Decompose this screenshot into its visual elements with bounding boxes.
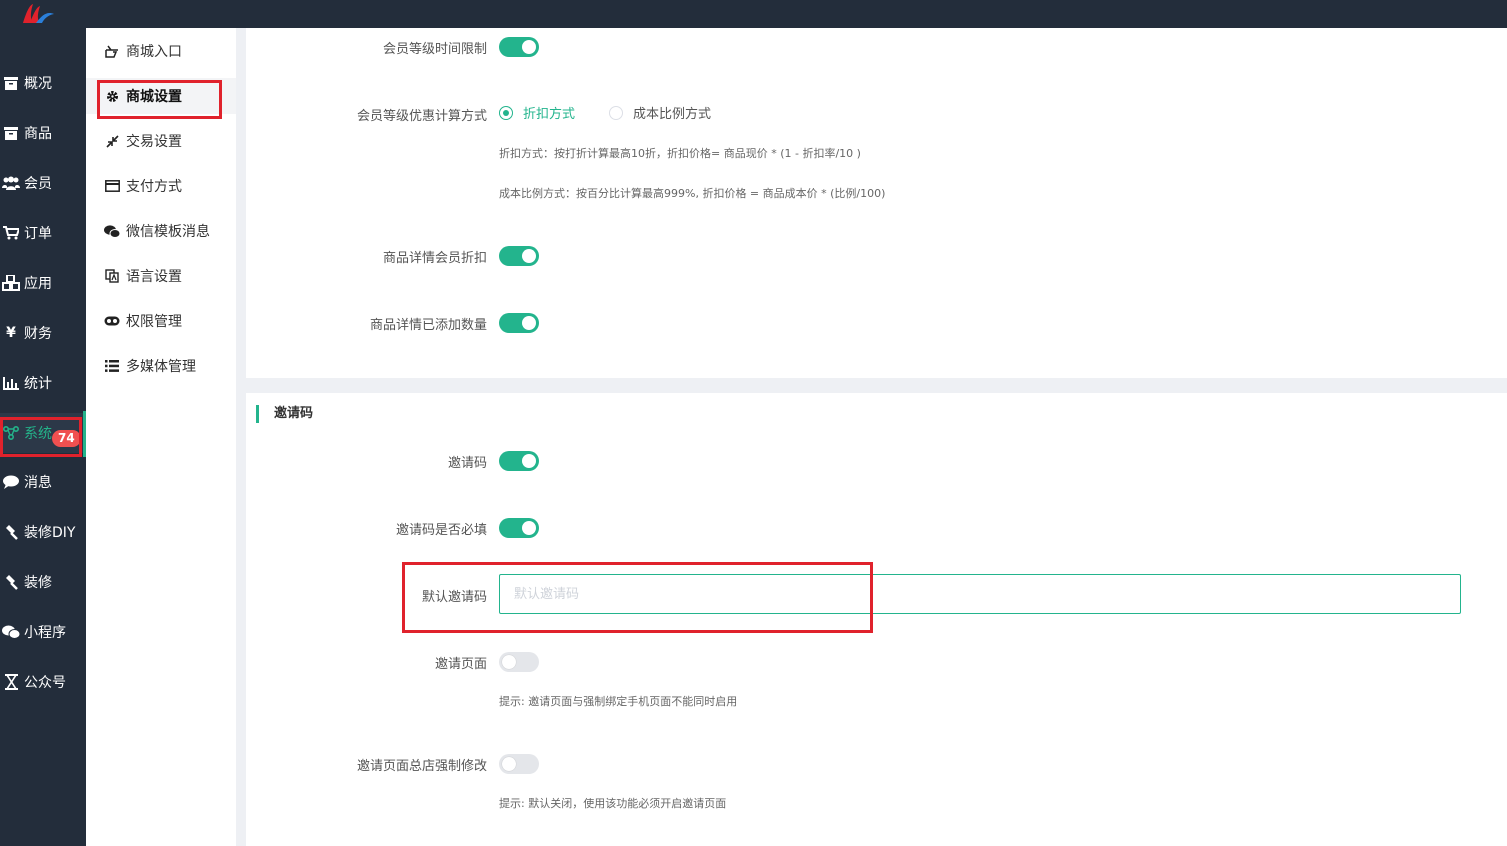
language-icon: [104, 269, 120, 283]
hammer-icon: [1, 574, 21, 590]
sidebar-item-label: 系统: [24, 426, 52, 442]
invite-required-label: 邀请码是否必填: [395, 523, 487, 538]
invite-page-hint: 提示: 邀请页面与强制绑定手机页面不能同时启用: [499, 695, 738, 708]
message-count-badge: 74: [52, 430, 81, 447]
member-discount-calc-label: 会员等级优惠计算方式: [356, 109, 487, 124]
discount-mode-hint: 折扣方式：按打折计算最高10折，折扣价格= 商品现价 * (1 - 折扣率/10…: [499, 147, 861, 160]
archive-icon: [1, 76, 21, 90]
radio-discount-label: 折扣方式: [523, 107, 576, 122]
subnav-item-mall-entry[interactable]: 商城入口: [86, 33, 236, 69]
gear-icon: [104, 90, 120, 103]
sidebar-item-label: 商品: [24, 126, 52, 142]
subnav-item-media[interactable]: 多媒体管理: [86, 348, 236, 384]
yen-icon: ¥: [6, 325, 16, 341]
sidebar-item-label: 装修DIY: [24, 525, 76, 541]
invite-force-modify-switch[interactable]: [499, 754, 539, 774]
subnav-item-label: 微信模板消息: [126, 224, 210, 240]
detail-member-discount-switch[interactable]: [499, 246, 539, 266]
wechat-icon: [1, 625, 21, 639]
wechat-icon: [104, 224, 120, 238]
network-icon: [1, 426, 21, 440]
subnav-item-trade-settings[interactable]: 交易设置: [86, 123, 236, 159]
radio-cost-ratio-mode[interactable]: 成本比例方式: [609, 103, 711, 122]
default-invite-code-input[interactable]: [499, 574, 1461, 614]
sidebar-item-label: 订单: [24, 226, 52, 242]
sidebar-item-label: 公众号: [24, 675, 66, 691]
subnav-item-language[interactable]: 语言设置: [86, 258, 236, 294]
list-icon: [104, 360, 120, 372]
radio-discount-mode[interactable]: 折扣方式: [499, 103, 575, 122]
sidebar-item-label: 消息: [24, 475, 52, 491]
subnav-item-wechat-template[interactable]: 微信模板消息: [86, 213, 236, 249]
chat-bubble-icon: [1, 475, 21, 489]
sidebar-item-members[interactable]: 会员: [0, 163, 86, 203]
detail-added-count-label: 商品详情已添加数量: [369, 318, 487, 333]
cart-icon: [1, 226, 21, 240]
archive-icon: [1, 126, 21, 140]
subnav-item-label: 多媒体管理: [126, 359, 196, 375]
invite-code-card: 邀请码 邀请码 邀请码是否必填 默认邀请码 邀请页面 提示: 邀请页面与强制绑定…: [246, 393, 1507, 846]
sidebar-item-goods[interactable]: 商品: [0, 113, 86, 153]
invite-section-title: 邀请码: [256, 405, 313, 423]
subnav-item-label: 商城设置: [126, 89, 182, 105]
brand-logo-icon[interactable]: [20, 2, 56, 26]
cost-mode-hint: 成本比例方式：按百分比计算最高999%, 折扣价格 = 商品成本价 * (比例/…: [499, 187, 886, 200]
hand-pointer-icon: [104, 45, 120, 58]
sidebar-item-label: 应用: [24, 276, 52, 292]
bar-chart-icon: [1, 376, 21, 390]
member-time-limit-label: 会员等级时间限制: [382, 42, 487, 57]
subnav-item-mall-settings[interactable]: 商城设置: [86, 78, 236, 114]
detail-member-discount-label: 商品详情会员折扣: [382, 251, 487, 266]
sidebar-item-miniprogram[interactable]: 小程序: [0, 612, 86, 652]
credit-card-icon: [104, 180, 120, 192]
hammer-icon: [1, 524, 21, 540]
invite-required-switch[interactable]: [499, 518, 539, 538]
detail-added-count-switch[interactable]: [499, 313, 539, 333]
invite-force-modify-label: 邀请页面总店强制修改: [356, 759, 487, 774]
sidebar-item-label: 概况: [24, 76, 52, 92]
users-icon: [1, 176, 21, 190]
sidebar-item-label: 装修: [24, 575, 52, 591]
invite-code-label: 邀请码: [447, 456, 487, 471]
sidebar-item-official-account[interactable]: 公众号: [0, 662, 86, 702]
subnav-item-label: 支付方式: [126, 179, 182, 195]
sidebar-item-label: 财务: [24, 326, 52, 342]
top-bar: [0, 0, 1507, 28]
invite-force-modify-hint: 提示: 默认关闭，使用该功能必须开启邀请页面: [499, 797, 727, 810]
hourglass-icon: [1, 674, 21, 690]
sidebar-item-overview[interactable]: 概况: [0, 63, 86, 103]
radio-cost-label: 成本比例方式: [633, 107, 712, 122]
mask-icon: [104, 316, 120, 326]
invite-page-label: 邀请页面: [434, 657, 487, 672]
sidebar-item-orders[interactable]: 订单: [0, 213, 86, 253]
member-time-limit-switch[interactable]: [499, 37, 539, 57]
subnav-item-label: 商城入口: [126, 44, 182, 60]
invite-page-switch[interactable]: [499, 652, 539, 672]
compress-icon: [104, 134, 120, 148]
sidebar-item-label: 统计: [24, 376, 52, 392]
invite-code-switch[interactable]: [499, 451, 539, 471]
sidebar-item-decor-diy[interactable]: 装修DIY: [0, 512, 86, 552]
sidebar-item-stats[interactable]: 统计: [0, 363, 86, 403]
subnav-item-payment[interactable]: 支付方式: [86, 168, 236, 204]
default-invite-code-label: 默认邀请码: [421, 590, 487, 605]
member-settings-card: 会员等级时间限制 会员等级优惠计算方式 折扣方式 成本比例方式 折扣方式：按打折…: [246, 28, 1507, 378]
sidebar-item-apps[interactable]: 应用: [0, 263, 86, 303]
sidebar-item-label: 会员: [24, 176, 52, 192]
subnav-item-label: 交易设置: [126, 134, 182, 150]
subnav-item-permissions[interactable]: 权限管理: [86, 303, 236, 339]
cubes-icon: [1, 275, 21, 291]
sidebar-item-decor[interactable]: 装修: [0, 562, 86, 602]
settings-subnav: 商城入口 商城设置 交易设置 支付方式 微信模板消息 语言设置 权限管理 多媒体…: [86, 28, 236, 846]
subnav-item-label: 语言设置: [126, 269, 182, 285]
sidebar-item-label: 小程序: [24, 625, 66, 641]
sidebar-item-messages[interactable]: 消息: [0, 462, 86, 502]
subnav-item-label: 权限管理: [126, 314, 182, 330]
sidebar-item-finance[interactable]: ¥ 财务: [0, 313, 86, 353]
